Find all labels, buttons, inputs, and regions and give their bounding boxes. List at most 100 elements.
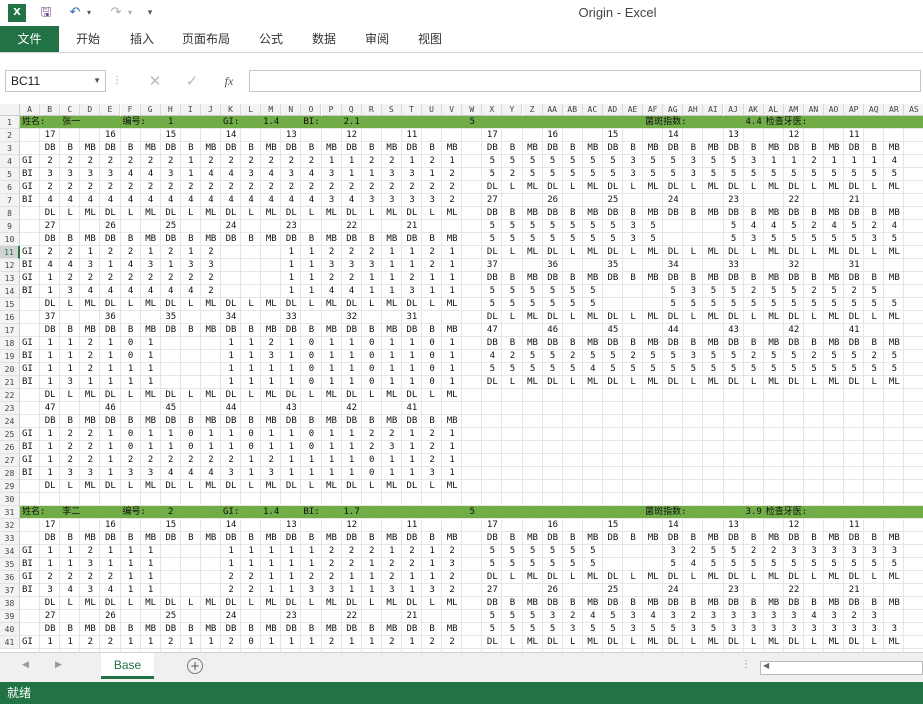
- row-header[interactable]: 11: [0, 246, 20, 259]
- cell-V10[interactable]: MB: [442, 233, 462, 246]
- cell-AG13[interactable]: DB: [663, 272, 683, 285]
- cell-K23[interactable]: 44: [221, 402, 241, 415]
- cell-AK36[interactable]: L: [744, 571, 764, 584]
- cell-AR5[interactable]: 5: [884, 168, 904, 181]
- cell-AL15[interactable]: 5: [764, 298, 784, 311]
- cell-X37[interactable]: 27: [482, 584, 502, 597]
- cell-C27[interactable]: 2: [60, 454, 80, 467]
- cell-AG19[interactable]: 5: [663, 350, 683, 363]
- cell-N33[interactable]: DB: [281, 532, 301, 545]
- cell-D5[interactable]: 3: [80, 168, 100, 181]
- cell-O33[interactable]: B: [301, 532, 321, 545]
- cell-T39[interactable]: 21: [402, 610, 422, 623]
- cell-U11[interactable]: 2: [422, 246, 442, 259]
- cell-AC15[interactable]: 5: [583, 298, 603, 311]
- cell-AR20[interactable]: 5: [884, 363, 904, 376]
- cell-B33[interactable]: DB: [40, 532, 60, 545]
- cell-T17[interactable]: DB: [402, 324, 422, 337]
- cell-AJ34[interactable]: 5: [724, 545, 744, 558]
- cell-F40[interactable]: B: [121, 623, 141, 636]
- cell-R25[interactable]: 2: [362, 428, 382, 441]
- cell-H5[interactable]: 3: [161, 168, 181, 181]
- cell-T34[interactable]: 2: [402, 545, 422, 558]
- cell-AQ35[interactable]: 5: [864, 558, 884, 571]
- row-header[interactable]: 38: [0, 597, 20, 610]
- cell-P4[interactable]: 1: [322, 155, 342, 168]
- cell-H3[interactable]: DB: [161, 142, 181, 155]
- cell-E39[interactable]: 26: [100, 610, 120, 623]
- cell-U24[interactable]: B: [422, 415, 442, 428]
- cell-AQ21[interactable]: L: [864, 376, 884, 389]
- cell-J28[interactable]: 4: [201, 467, 221, 480]
- cell-AK18[interactable]: B: [744, 337, 764, 350]
- cell-B22[interactable]: DL: [40, 389, 60, 402]
- cell-N35[interactable]: 1: [281, 558, 301, 571]
- cell-AH34[interactable]: 2: [683, 545, 703, 558]
- column-header-S[interactable]: S: [381, 104, 402, 116]
- column-header-X[interactable]: X: [482, 104, 503, 116]
- cell-N12[interactable]: 1: [281, 259, 301, 272]
- cell-Q41[interactable]: 1: [342, 636, 362, 649]
- cell-AN3[interactable]: B: [804, 142, 824, 155]
- cell-AD3[interactable]: DB: [603, 142, 623, 155]
- cell-E15[interactable]: DL: [100, 298, 120, 311]
- cell-P10[interactable]: MB: [322, 233, 342, 246]
- cell-H29[interactable]: DL: [161, 480, 181, 493]
- cell-AB9[interactable]: 5: [563, 220, 583, 233]
- cell-AM40[interactable]: 3: [784, 623, 804, 636]
- cell-X20[interactable]: 5: [482, 363, 502, 376]
- cell-AM14[interactable]: 5: [784, 285, 804, 298]
- cell-L26[interactable]: 0: [241, 441, 261, 454]
- column-header-E[interactable]: E: [100, 104, 121, 116]
- cell-V3[interactable]: MB: [442, 142, 462, 155]
- cell-AK15[interactable]: 5: [744, 298, 764, 311]
- tab-formulas[interactable]: 公式: [249, 26, 293, 52]
- cell-B17[interactable]: DB: [40, 324, 60, 337]
- cell-E10[interactable]: DB: [100, 233, 120, 246]
- cell-AE13[interactable]: B: [623, 272, 643, 285]
- cell-AA6[interactable]: DL: [543, 181, 563, 194]
- cell-AN8[interactable]: B: [804, 207, 824, 220]
- cell-I25[interactable]: 0: [181, 428, 201, 441]
- cell-K3[interactable]: DB: [221, 142, 241, 155]
- cell-N38[interactable]: DL: [281, 597, 301, 610]
- cell-L35[interactable]: 1: [241, 558, 261, 571]
- cell-Z40[interactable]: 5: [523, 623, 543, 636]
- cell-G37[interactable]: 1: [141, 584, 161, 597]
- cell-C17[interactable]: B: [60, 324, 80, 337]
- cell-S3[interactable]: MB: [382, 142, 402, 155]
- cell-AK1[interactable]: 4.4: [744, 116, 764, 129]
- cell-J3[interactable]: MB: [201, 142, 221, 155]
- cell-F24[interactable]: B: [121, 415, 141, 428]
- tab-data[interactable]: 数据: [302, 26, 346, 52]
- cell-P19[interactable]: 1: [322, 350, 342, 363]
- cell-M10[interactable]: MB: [261, 233, 281, 246]
- cell-AH15[interactable]: 5: [683, 298, 703, 311]
- cell-AJ11[interactable]: DL: [724, 246, 744, 259]
- cell-T6[interactable]: 2: [402, 181, 422, 194]
- cell-AL14[interactable]: 5: [764, 285, 784, 298]
- cell-AM13[interactable]: DB: [784, 272, 804, 285]
- cell-F22[interactable]: L: [121, 389, 141, 402]
- cell-AN11[interactable]: L: [804, 246, 824, 259]
- cell-C8[interactable]: L: [60, 207, 80, 220]
- cell-H12[interactable]: 1: [161, 259, 181, 272]
- cell-O3[interactable]: B: [301, 142, 321, 155]
- cell-AO19[interactable]: 5: [824, 350, 844, 363]
- cell-K16[interactable]: 34: [221, 311, 241, 324]
- tab-home[interactable]: 开始: [66, 26, 110, 52]
- cell-L36[interactable]: 2: [241, 571, 261, 584]
- row-header[interactable]: 3: [0, 142, 20, 155]
- cell-N26[interactable]: 1: [281, 441, 301, 454]
- cell-AN4[interactable]: 2: [804, 155, 824, 168]
- cell-F12[interactable]: 4: [121, 259, 141, 272]
- cell-R34[interactable]: 2: [362, 545, 382, 558]
- cell-K38[interactable]: DL: [221, 597, 241, 610]
- cell-E37[interactable]: 4: [100, 584, 120, 597]
- cell-H23[interactable]: 45: [161, 402, 181, 415]
- cell-T4[interactable]: 1: [402, 155, 422, 168]
- cell-Q15[interactable]: DL: [342, 298, 362, 311]
- cell-J27[interactable]: 2: [201, 454, 221, 467]
- cell-T38[interactable]: DL: [402, 597, 422, 610]
- cell-A18[interactable]: GI: [20, 337, 33, 350]
